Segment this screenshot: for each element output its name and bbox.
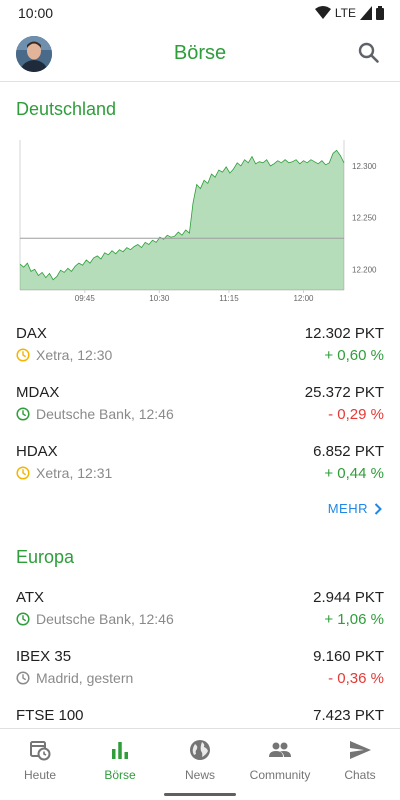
index-name: IBEX 35 bbox=[16, 648, 72, 665]
chart-x-tick-label: 09:45 bbox=[75, 294, 96, 303]
more-button[interactable]: MEHR bbox=[328, 501, 382, 516]
index-name: DAX bbox=[16, 325, 47, 342]
index-source: Xetra, 12:30 bbox=[16, 347, 112, 363]
index-name: FTSE 100 bbox=[16, 707, 84, 724]
index-source: Xetra, 12:31 bbox=[16, 465, 112, 481]
people-icon bbox=[269, 742, 291, 757]
app-bar: Börse bbox=[0, 26, 400, 82]
nav-item-chats[interactable]: Chats bbox=[320, 729, 400, 792]
index-change: + 1,06 % bbox=[324, 611, 384, 628]
status-time: 10:00 bbox=[18, 5, 54, 21]
clock-icon bbox=[16, 466, 30, 480]
nav-item-community[interactable]: Community bbox=[240, 729, 320, 792]
bottom-nav: Heute Börse News Community Chats bbox=[0, 728, 400, 792]
clock-icon bbox=[16, 612, 30, 626]
index-source: Madrid, gestern bbox=[16, 670, 133, 686]
chart-x-tick-label: 11:15 bbox=[219, 294, 239, 303]
index-change: - 0,36 % bbox=[328, 670, 384, 687]
index-row-atx[interactable]: ATX 2.944 PKT Deutsche Bank, 12:46 + 1,06 % bbox=[16, 589, 384, 641]
index-value: 7.423 PKT bbox=[313, 707, 384, 724]
signal-icon bbox=[360, 6, 372, 20]
dax-intraday-chart[interactable]: 12.200 12.250 12.300 09:45 10:30 11:15 12:00 bbox=[16, 138, 384, 313]
index-value: 6.852 PKT bbox=[313, 443, 384, 460]
index-name: HDAX bbox=[16, 443, 58, 460]
nav-label-community: Community bbox=[249, 768, 311, 782]
clock-icon bbox=[16, 671, 30, 685]
bar-chart-icon bbox=[112, 742, 128, 759]
globe-icon bbox=[190, 740, 210, 760]
index-source-label: Xetra, 12:31 bbox=[36, 465, 113, 481]
index-row-ibex-35[interactable]: IBEX 35 9.160 PKT Madrid, gestern - 0,36 % bbox=[16, 648, 384, 700]
chart-x-tick-label: 12:00 bbox=[293, 294, 314, 303]
calendar-clock-icon bbox=[30, 741, 51, 761]
section-title-europa: Europa bbox=[16, 547, 75, 567]
clock-icon bbox=[16, 407, 30, 421]
index-change: - 0,29 % bbox=[328, 406, 384, 423]
send-icon bbox=[350, 741, 371, 759]
index-change: + 0,44 % bbox=[324, 465, 384, 482]
more-label: MEHR bbox=[327, 501, 368, 516]
index-source: Deutsche Bank, 12:46 bbox=[16, 611, 174, 627]
index-source-label: Deutsche Bank, 12:46 bbox=[36, 406, 174, 422]
wifi-icon bbox=[314, 6, 331, 19]
nav-label-heute: Heute bbox=[23, 768, 57, 782]
section-title-deutschland: Deutschland bbox=[16, 99, 117, 119]
page-title: Börse bbox=[173, 42, 227, 64]
index-value: 2.944 PKT bbox=[313, 589, 384, 606]
network-label: LTE bbox=[334, 6, 356, 20]
index-name: ATX bbox=[16, 589, 45, 606]
nav-label-news: News bbox=[184, 768, 215, 782]
index-row-mdax[interactable]: MDAX 25.372 PKT Deutsche Bank, 12:46 - 0,29… bbox=[16, 384, 384, 436]
chart-y-tick-label: 12.300 bbox=[352, 162, 377, 171]
chart-x-tick-label: 10:30 bbox=[149, 294, 170, 303]
index-row-dax[interactable]: DAX 12.302 PKT Xetra, 12:30 + 0,60 % bbox=[16, 325, 384, 377]
home-indicator bbox=[164, 793, 236, 796]
search-icon bbox=[358, 42, 379, 63]
chart-y-tick-label: 12.200 bbox=[352, 265, 377, 274]
clock-icon bbox=[16, 348, 30, 362]
index-source-label: Xetra, 12:30 bbox=[36, 347, 113, 363]
index-value: 9.160 PKT bbox=[313, 648, 384, 665]
status-icons: LTE bbox=[314, 6, 384, 20]
index-source: Deutsche Bank, 12:46 bbox=[16, 406, 174, 422]
nav-item-boerse[interactable]: Börse bbox=[80, 729, 160, 792]
nav-item-news[interactable]: News bbox=[160, 729, 240, 792]
nav-label-boerse: Börse bbox=[104, 768, 136, 782]
index-row-hdax[interactable]: HDAX 6.852 PKT Xetra, 12:31 + 0,44 % bbox=[16, 443, 384, 495]
index-value: 25.372 PKT bbox=[304, 384, 384, 401]
nav-label-chats: Chats bbox=[344, 768, 376, 782]
index-change: + 0,60 % bbox=[324, 347, 384, 364]
chart-y-tick-label: 12.250 bbox=[352, 214, 377, 223]
index-value: 12.302 PKT bbox=[304, 325, 384, 342]
chevron-right-icon bbox=[374, 502, 382, 515]
search-button[interactable] bbox=[356, 40, 382, 66]
status-bar: 10:00 LTE bbox=[0, 0, 400, 26]
battery-icon bbox=[376, 6, 384, 20]
index-source-label: Madrid, gestern bbox=[36, 670, 134, 686]
index-source-label: Deutsche Bank, 12:46 bbox=[36, 611, 174, 627]
index-row-ftse-100[interactable]: FTSE 100 7.423 PKT bbox=[16, 707, 384, 727]
content-scroll[interactable]: Deutschland 12.200 12.250 12.300 09:45 10:30… bbox=[0, 83, 400, 727]
nav-item-heute[interactable]: Heute bbox=[0, 729, 80, 792]
index-name: MDAX bbox=[16, 384, 60, 401]
